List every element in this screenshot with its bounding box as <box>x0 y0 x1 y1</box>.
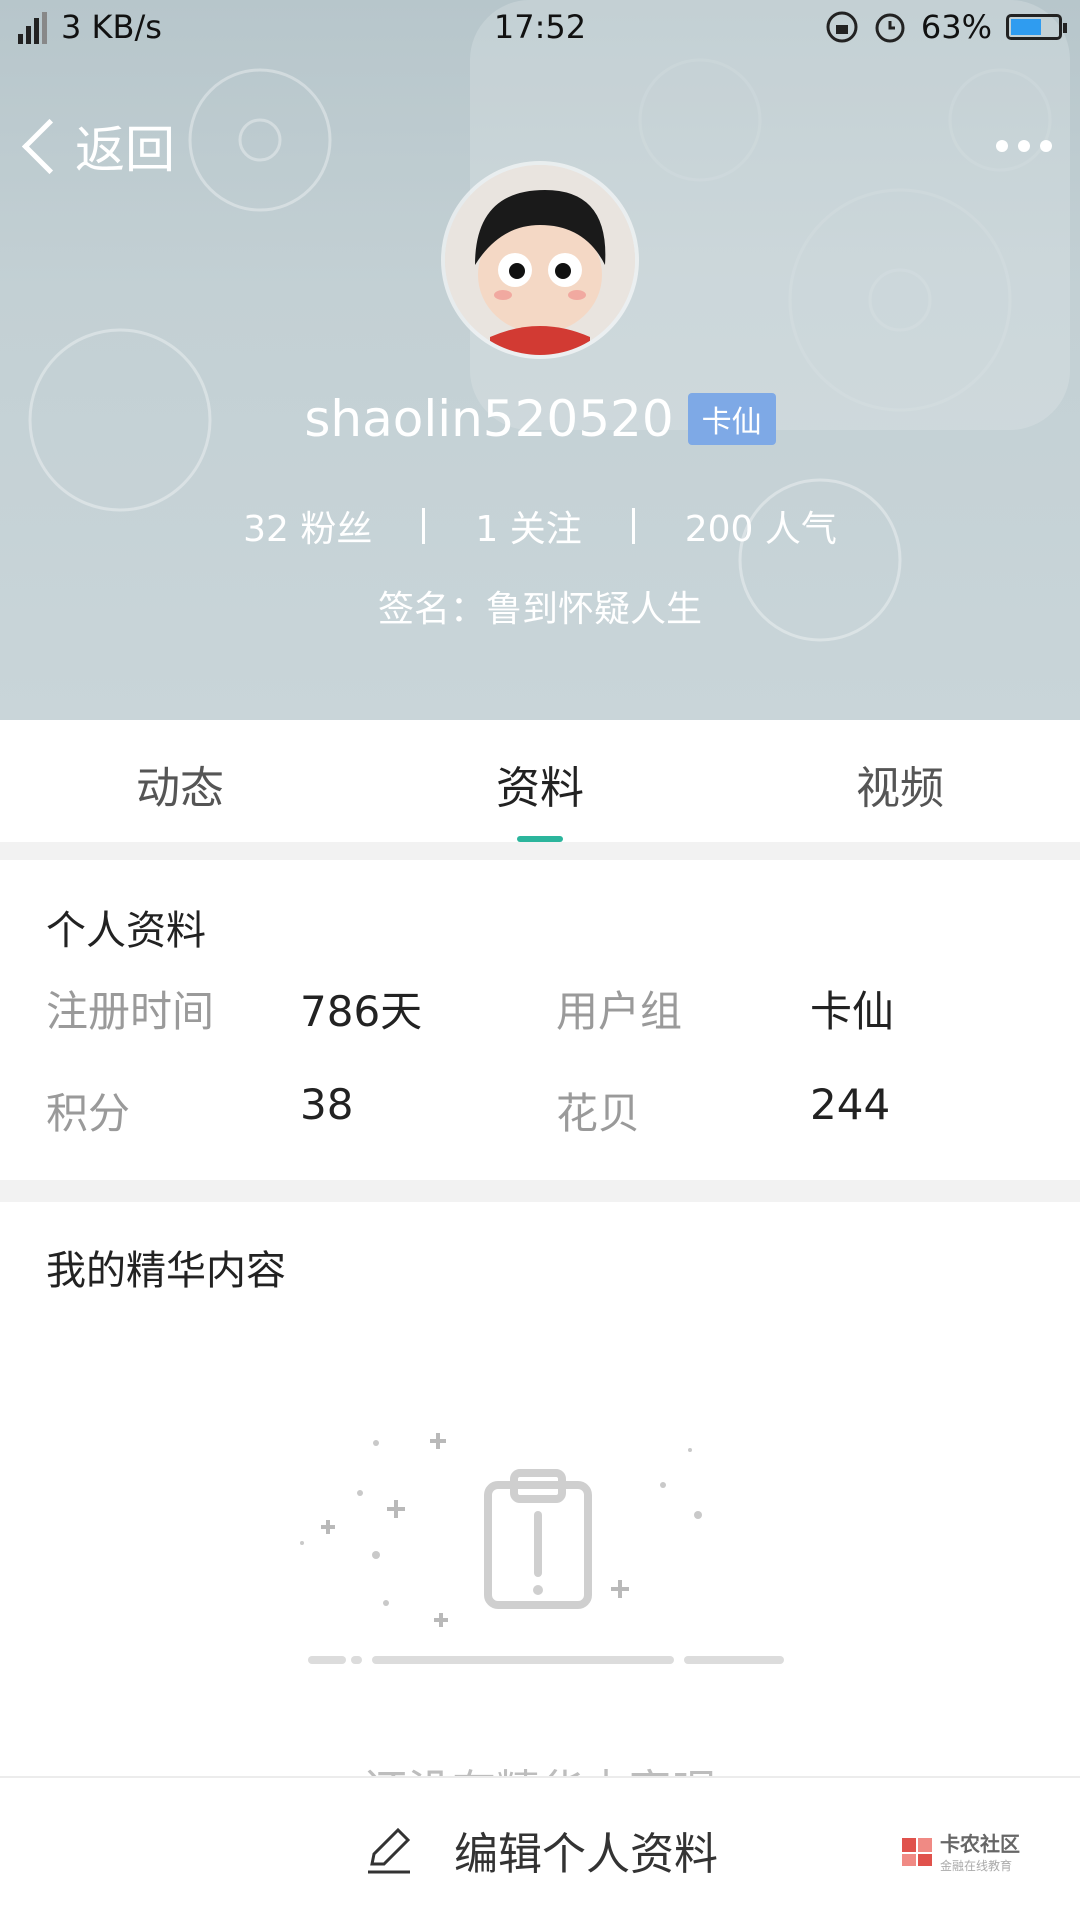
tab-profile[interactable]: 资料 <box>360 720 720 842</box>
battery-percent: 63% <box>920 8 992 46</box>
edit-profile-label: 编辑个人资料 <box>454 1829 718 1880</box>
divider <box>0 842 1080 860</box>
empty-clipboard-icon <box>300 1433 784 1664</box>
signature: 签名：鲁到怀疑人生 <box>377 589 702 630</box>
status-bar: 3 KB/s 17:52 63% <box>0 0 1080 58</box>
field-label: 注册时间 <box>46 987 215 1036</box>
field-value: 786天 <box>300 987 423 1036</box>
field-label: 用户组 <box>556 987 683 1036</box>
watermark-title: 卡农社区 <box>940 1832 1020 1856</box>
tab-activity[interactable]: 动态 <box>0 720 360 842</box>
following-count[interactable]: 1 关注 <box>425 500 631 552</box>
profile-banner: 3 KB/s 17:52 63% 返回 shaolin520520 卡仙 32 … <box>0 0 1080 720</box>
username-row: shaolin520520 卡仙 <box>0 390 1080 448</box>
kanong-logo-icon <box>902 1838 932 1866</box>
bottom-bar: 编辑个人资料 卡农社区 金融在线教育 <box>0 1776 1080 1922</box>
profile-tabs: 动态 资料 视频 <box>0 720 1080 842</box>
username: shaolin520520 <box>304 390 674 448</box>
divider <box>0 1180 1080 1202</box>
field-value: 244 <box>810 1080 891 1129</box>
avatar-cartoon-face <box>445 165 635 355</box>
personal-info-section: 个人资料 注册时间 786天 用户组 卡仙 积分 38 花贝 244 <box>0 860 1080 1180</box>
watermark-logo: 卡农社区 金融在线教育 <box>900 1828 1020 1874</box>
more-dots-icon[interactable] <box>996 140 1052 152</box>
avatar[interactable] <box>445 165 635 355</box>
stats-row: 32 粉丝 1 关注 200 人气 <box>0 500 1080 552</box>
chevron-left-icon <box>21 118 78 174</box>
section-title: 个人资料 <box>46 908 206 954</box>
watermark-subtitle: 金融在线教育 <box>940 1859 1013 1873</box>
popularity-count: 200 人气 <box>684 509 837 550</box>
clock: 17:52 <box>493 8 587 46</box>
section-title: 我的精华内容 <box>46 1248 286 1294</box>
lock-rotation-icon <box>826 11 858 43</box>
back-label: 返回 <box>75 121 175 179</box>
back-button[interactable]: 返回 <box>18 110 175 182</box>
field-value: 卡仙 <box>810 987 895 1036</box>
field-label: 花贝 <box>556 1089 641 1138</box>
followers-count[interactable]: 32 粉丝 <box>193 500 422 552</box>
pencil-icon <box>368 1827 411 1874</box>
field-value: 38 <box>300 1080 354 1129</box>
battery-icon <box>1006 14 1067 40</box>
user-group-badge: 卡仙 <box>687 393 776 445</box>
field-label: 积分 <box>46 1089 131 1138</box>
alarm-icon <box>875 13 905 43</box>
tab-video[interactable]: 视频 <box>720 720 1080 842</box>
